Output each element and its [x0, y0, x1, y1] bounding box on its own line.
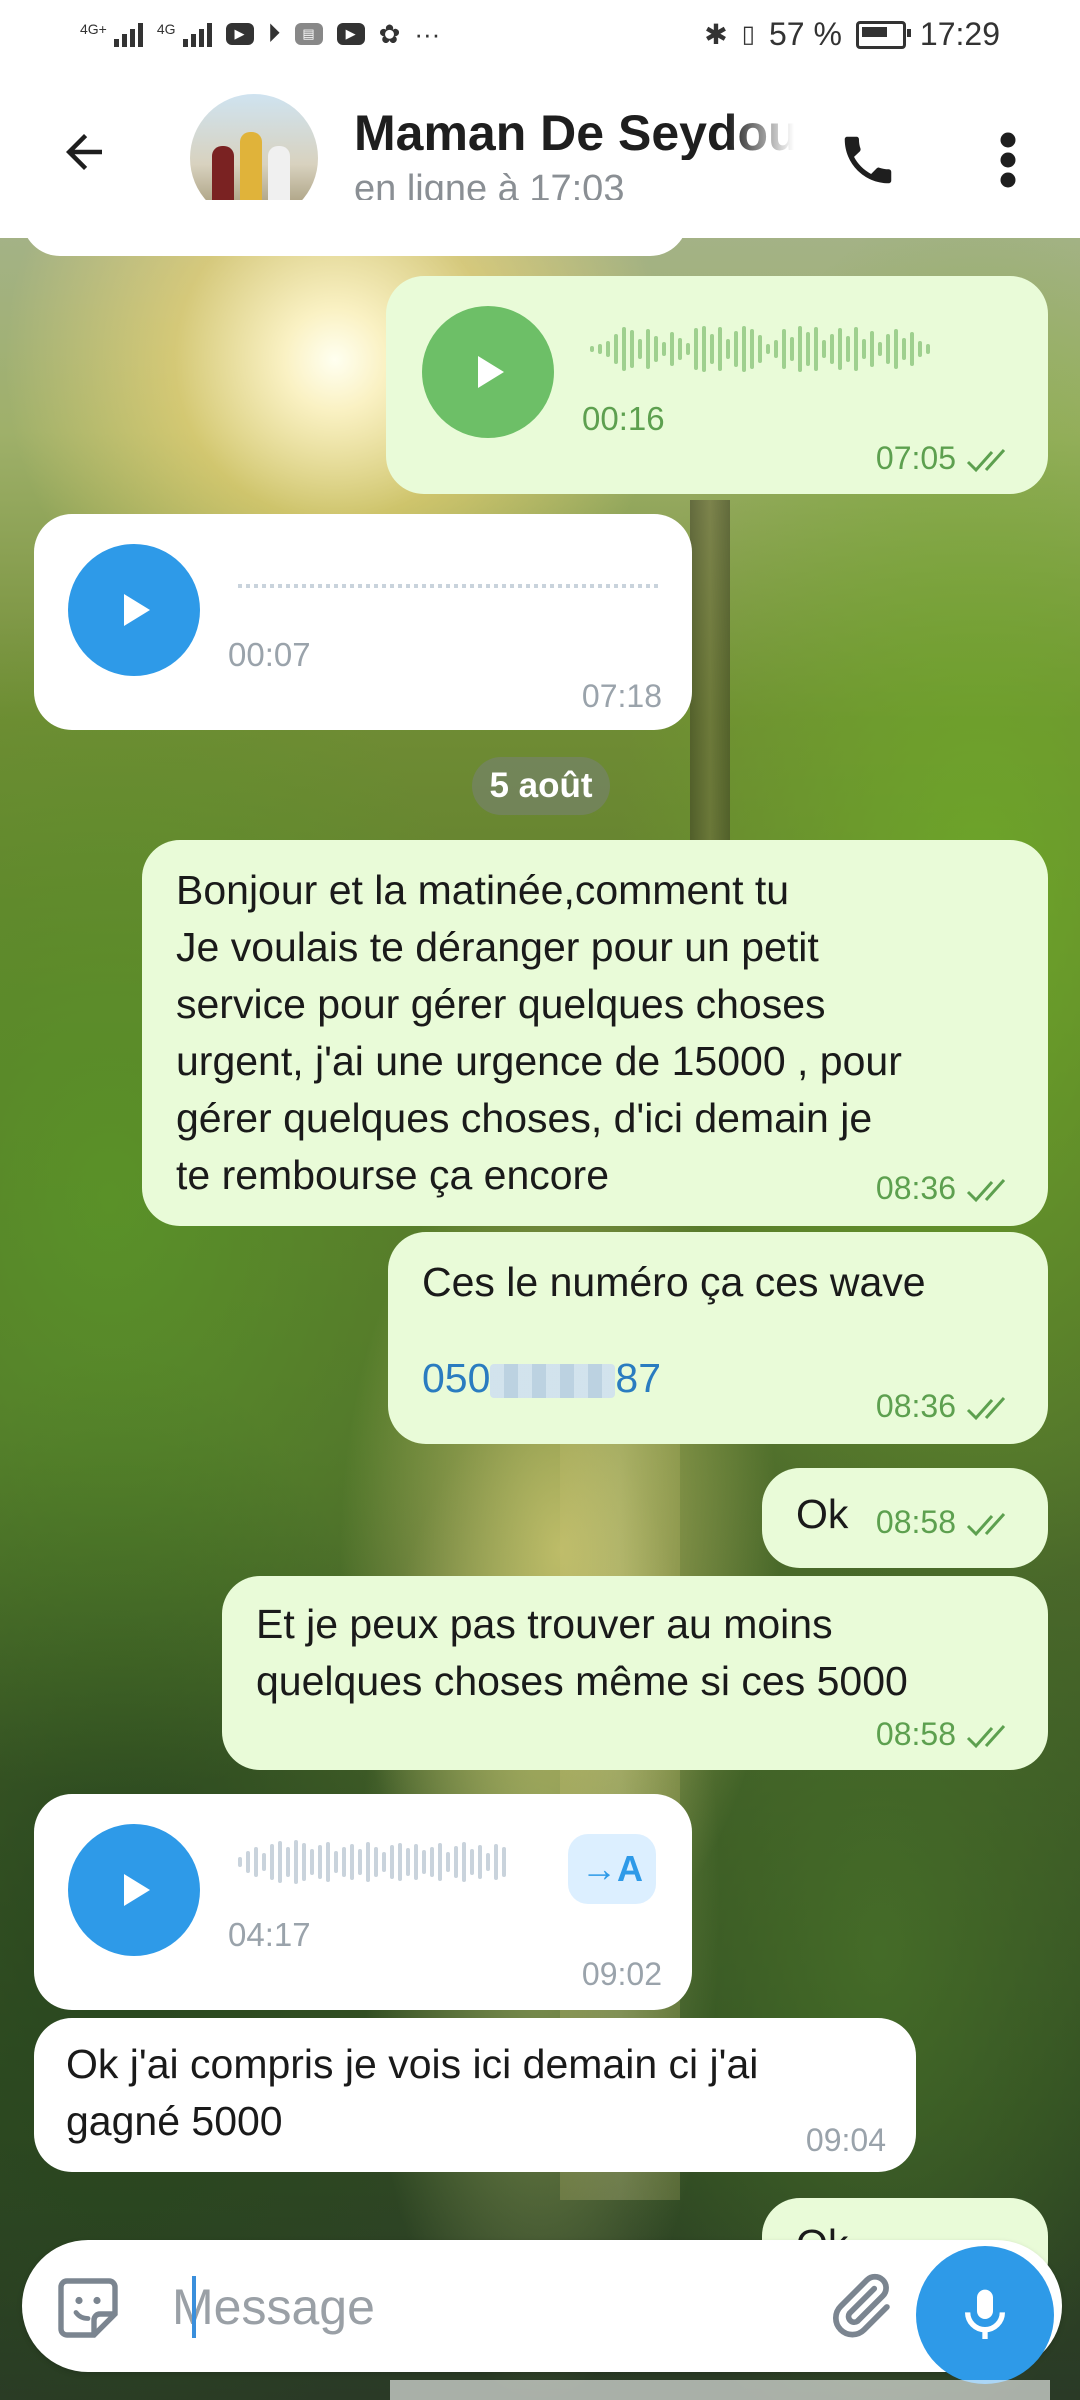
text-message-outgoing[interactable]: Ok 08:58 [762, 1468, 1048, 1568]
redacted-digits [490, 1364, 616, 1399]
message-time: 08:36 [876, 1388, 1018, 1425]
voice-waveform[interactable] [590, 326, 930, 372]
bottom-overlay-strip [390, 2380, 1050, 2400]
message-bubble-partial [22, 200, 688, 256]
voice-message-incoming[interactable]: →A 04:17 09:02 [34, 1794, 692, 2010]
voice-duration: 00:16 [582, 400, 665, 437]
text-message-outgoing[interactable]: Ces le numéro ça ces wave 050 87 08:36 [388, 1232, 1048, 1444]
bluetooth-icon: ✱ [704, 19, 728, 50]
read-ticks-icon [966, 1396, 1006, 1420]
record-voice-button[interactable] [916, 2246, 1054, 2384]
back-button[interactable] [44, 112, 124, 192]
read-ticks-icon [966, 448, 1006, 472]
voice-waveform[interactable] [238, 1840, 506, 1884]
contact-name[interactable]: Maman De Seydou [354, 104, 794, 160]
message-composer [22, 2240, 1062, 2372]
play-button[interactable] [68, 544, 200, 676]
message-time: 07:05 [876, 440, 1018, 477]
play-icon [478, 356, 504, 388]
signal-icon: 4G [157, 21, 212, 47]
emoji-button[interactable] [52, 2272, 124, 2344]
voice-duration: 00:07 [228, 636, 311, 673]
phone-icon [844, 136, 892, 184]
status-time: 17:29 [919, 16, 1000, 52]
battery-percent: 57 % [768, 16, 842, 52]
notification-app-icon: ▤ [294, 23, 323, 45]
text-message-outgoing[interactable]: Et je peux pas trouver au moins quelques… [222, 1576, 1048, 1770]
voice-duration: 04:17 [228, 1916, 311, 1953]
paperclip-icon [832, 2273, 890, 2338]
voice-message-outgoing[interactable]: 00:16 07:05 [386, 276, 1048, 494]
message-input[interactable] [170, 2270, 814, 2344]
read-ticks-icon [966, 1512, 1006, 1536]
voice-message-incoming[interactable]: 00:07 07:18 [34, 514, 692, 730]
message-time: 07:18 [581, 678, 662, 714]
more-options-button[interactable] [978, 120, 1038, 200]
microphone-icon [965, 2289, 1005, 2339]
play-icon [124, 1874, 150, 1906]
date-separator: 5 août [472, 757, 610, 815]
attach-button[interactable] [822, 2268, 898, 2344]
back-arrow-icon [66, 134, 102, 170]
more-vert-icon [1000, 132, 1016, 188]
youtube-icon: ▶ [225, 23, 254, 45]
message-text: Et je peux pas trouver au moins quelques… [256, 1601, 908, 1704]
message-time: 09:02 [581, 1956, 662, 1992]
play-button[interactable] [68, 1824, 200, 1956]
play-button[interactable] [422, 306, 554, 438]
text-message-incoming[interactable]: Ok j'ai compris je vois ici demain ci j'… [34, 2018, 916, 2172]
message-text: Bonjour et la matinée,comment tu Je voul… [176, 867, 902, 1198]
phone-number-link[interactable]: 050 87 [422, 1350, 661, 1407]
signal-icon: 4G+ [80, 21, 143, 47]
vibrate-icon: ▯ [741, 21, 755, 48]
app-notification-icon: ✿ [378, 18, 401, 49]
message-time: 08:58 [876, 1716, 1018, 1753]
text-caret [192, 2276, 196, 2338]
play-icon [124, 594, 150, 626]
status-bar: 4G+ 4G ▶ ⏵ ▤ ▶ ✿ ··· ✱ ▯ 57 % 17:29 [0, 0, 1080, 72]
sticker-emoji-icon [58, 2278, 118, 2338]
read-ticks-icon [966, 1724, 1006, 1748]
read-ticks-icon [966, 1178, 1006, 1202]
battery-icon [855, 20, 911, 49]
message-text: Ces le numéro ça ces wave [422, 1259, 926, 1305]
message-time: 09:04 [805, 2122, 886, 2158]
message-time: 08:58 [876, 1504, 1018, 1541]
message-time: 08:36 [876, 1170, 1018, 1207]
voice-waveform-flat[interactable] [238, 584, 658, 588]
more-notifications: ··· [414, 18, 441, 49]
transcribe-button[interactable]: →A [568, 1834, 656, 1904]
play-circle-icon: ⏵ [267, 18, 281, 48]
call-button[interactable] [828, 120, 908, 200]
message-text: Ok [796, 1491, 849, 1537]
youtube-icon: ▶ [336, 23, 365, 45]
message-text: Ok j'ai compris je vois ici demain ci j'… [66, 2041, 759, 2144]
text-message-outgoing[interactable]: Bonjour et la matinée,comment tu Je voul… [142, 840, 1048, 1226]
